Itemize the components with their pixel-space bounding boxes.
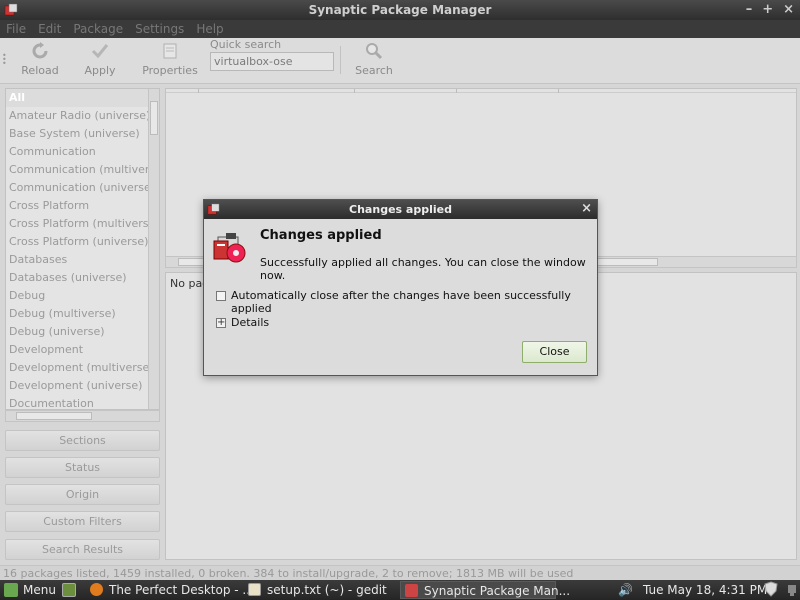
category-list[interactable]: All Amateur Radio (universe) Base System (… [5,88,160,410]
scroll-thumb[interactable] [16,412,92,420]
search-icon [366,43,383,60]
window-title: Synaptic Package Manager [308,3,492,17]
menu-bar: File Edit Package Settings Help [0,20,800,38]
category-item[interactable]: Development [6,341,159,359]
maximize-icon[interactable]: + [762,2,773,17]
column-divider[interactable] [354,89,355,93]
auto-close-label[interactable]: Automatically close after the changes ha… [231,289,597,315]
taskbar: Menu The Perfect Desktop - ... setup.txt… [0,580,800,600]
menu-package[interactable]: Package [73,22,123,36]
volume-icon[interactable]: 🔊 [618,580,633,600]
category-hscrollbar[interactable] [5,410,160,422]
details-label[interactable]: Details [231,316,269,329]
shield-icon[interactable] [764,580,778,600]
search-button[interactable]: Search [354,42,394,77]
category-vscrollbar[interactable] [148,89,159,409]
status-bar: 16 packages listed, 1459 installed, 0 br… [0,565,800,581]
category-item[interactable]: Debug [6,287,159,305]
origin-button[interactable]: Origin [5,484,160,505]
checkmark-icon [91,44,109,59]
category-item[interactable]: Communication (multiverse) [6,161,159,179]
category-item[interactable]: Documentation [6,395,159,409]
close-icon[interactable]: × [783,2,794,17]
task-label: Synaptic Package Man... [424,584,571,598]
reload-button[interactable]: Reload [20,42,60,77]
custom-filters-button[interactable]: Custom Filters [5,511,160,532]
clock[interactable]: Tue May 18, 4:31 PM [643,580,767,600]
task-synaptic[interactable]: Synaptic Package Man... [400,581,570,599]
search-results-button[interactable]: Search Results [5,539,160,560]
mint-logo-icon [4,583,18,597]
package-install-icon [213,233,246,263]
category-item[interactable]: Debug (universe) [6,323,159,341]
window-titlebar[interactable]: Synaptic Package Manager – + × [0,0,800,20]
category-item[interactable]: Databases (universe) [6,269,159,287]
auto-close-checkbox[interactable] [216,291,226,301]
category-item[interactable]: Debug (multiverse) [6,305,159,323]
status-button[interactable]: Status [5,457,160,478]
dialog-title: Changes applied [349,203,452,216]
category-item[interactable]: Cross Platform (universe) [6,233,159,251]
start-menu-button[interactable]: Menu [4,580,56,600]
category-item[interactable]: Development (universe) [6,377,159,395]
scroll-thumb[interactable] [150,101,158,135]
category-item[interactable]: Communication (universe) [6,179,159,197]
menu-file[interactable]: File [6,22,26,36]
dialog-close-icon[interactable]: × [581,201,592,216]
task-label: setup.txt (~) - gedit [267,583,387,597]
dialog-message: Successfully applied all changes. You ca… [260,256,586,282]
category-item[interactable]: Communication [6,143,159,161]
reload-label: Reload [21,64,59,77]
toolbar: • • • Reload Apply Properties Quick search… [0,38,800,84]
apply-label: Apply [84,64,116,77]
category-item[interactable]: Development (multiverse) [6,359,159,377]
category-item[interactable]: Cross Platform (multiverse) [6,215,159,233]
category-item[interactable]: Amateur Radio (universe) [6,107,159,125]
column-divider[interactable] [558,89,559,93]
task-firefox[interactable]: The Perfect Desktop - ... [86,581,254,599]
toolbar-separator [340,46,341,74]
package-list-header[interactable] [166,89,796,93]
minimize-icon[interactable]: – [746,2,753,17]
category-item[interactable]: Base System (universe) [6,125,159,143]
column-divider[interactable] [456,89,457,93]
column-divider[interactable] [198,89,199,93]
toolbar-grip[interactable]: • • • [2,52,7,68]
firefox-icon [90,583,103,596]
properties-label: Properties [142,64,198,77]
quick-search-label: Quick search [210,38,282,51]
apply-button[interactable]: Apply [82,42,118,77]
search-label: Search [355,64,393,77]
menu-edit[interactable]: Edit [38,22,61,36]
category-item[interactable]: Databases [6,251,159,269]
menu-settings[interactable]: Settings [135,22,184,36]
dialog-heading: Changes applied [260,228,382,243]
network-icon[interactable] [786,580,798,600]
close-button-label: Close [539,345,570,358]
category-item[interactable]: Cross Platform [6,197,159,215]
properties-icon [163,43,177,59]
details-expander-icon[interactable]: + [216,318,226,328]
reload-icon [32,42,48,59]
sections-button[interactable]: Sections [5,430,160,451]
category-item-all[interactable]: All [6,89,159,107]
properties-button[interactable]: Properties [142,42,198,77]
close-button[interactable]: Close [522,341,587,363]
show-desktop-button[interactable] [62,580,81,600]
menu-help[interactable]: Help [196,22,223,36]
changes-applied-dialog: Changes applied × Changes applied Succes… [203,199,598,376]
task-gedit[interactable]: setup.txt (~) - gedit [244,581,394,599]
desktop-icon [62,583,76,597]
synaptic-icon [405,584,418,597]
dialog-titlebar[interactable]: Changes applied × [204,200,597,219]
task-label: The Perfect Desktop - ... [109,583,254,597]
gedit-icon [248,583,261,596]
start-menu-label: Menu [23,583,56,597]
quick-search-input[interactable] [210,52,334,71]
